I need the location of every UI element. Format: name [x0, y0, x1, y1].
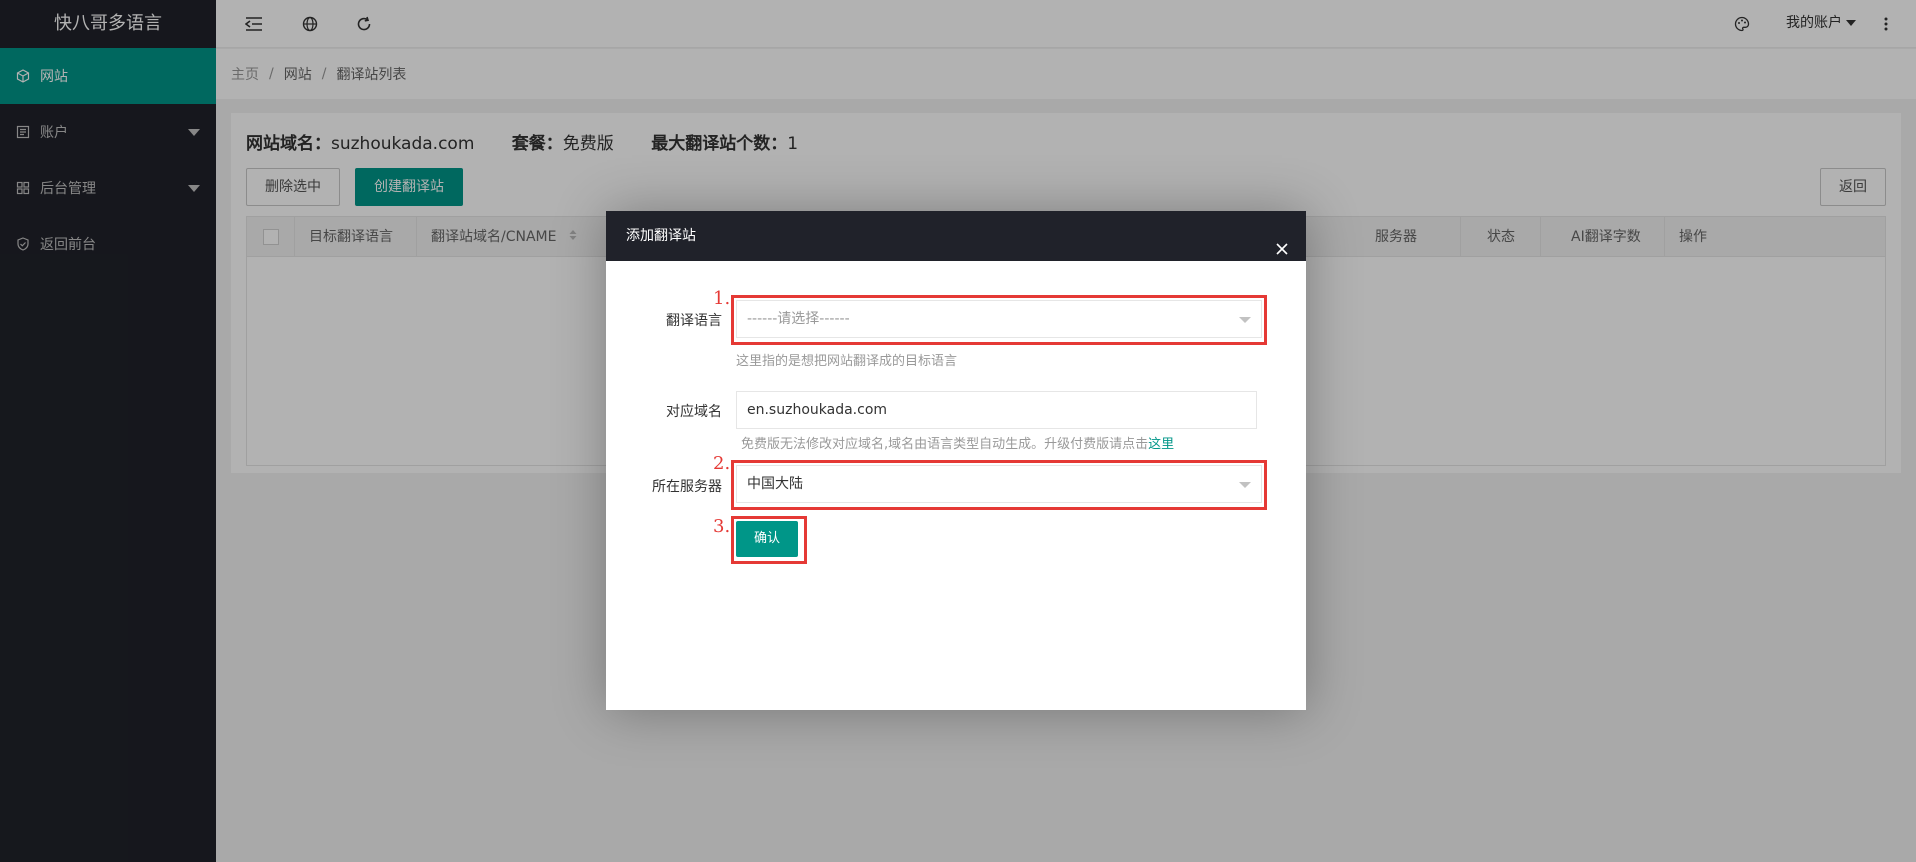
- close-icon[interactable]: [1274, 228, 1290, 255]
- modal-title: 添加翻译站: [626, 228, 696, 244]
- annotation-number-2: 2.: [713, 453, 731, 474]
- language-label: 翻译语言: [666, 313, 722, 329]
- domain-input[interactable]: en.suzhoukada.com: [736, 391, 1257, 429]
- server-select[interactable]: 中国大陆: [736, 465, 1262, 503]
- server-label: 所在服务器: [652, 479, 722, 495]
- language-select[interactable]: ------请选择------: [736, 300, 1262, 338]
- server-select-value: 中国大陆: [747, 476, 803, 492]
- modal-header: 添加翻译站: [606, 211, 1306, 261]
- annotation-number-3: 3.: [713, 516, 731, 537]
- chevron-down-icon: [1239, 482, 1251, 488]
- domain-hint-text: 免费版无法修改对应域名,域名由语言类型自动生成。升级付费版请点击: [741, 437, 1149, 452]
- chevron-down-icon: [1239, 317, 1251, 323]
- domain-hint: 免费版无法修改对应域名,域名由语言类型自动生成。升级付费版请点击这里: [741, 433, 1174, 452]
- upgrade-link[interactable]: 这里: [1148, 437, 1174, 452]
- language-hint: 这里指的是想把网站翻译成的目标语言: [736, 354, 958, 369]
- confirm-button[interactable]: 确认: [736, 521, 799, 557]
- annotation-number-1: 1.: [713, 288, 731, 309]
- language-select-placeholder: ------请选择------: [747, 311, 850, 327]
- add-site-modal: 添加翻译站 1. 翻译语言 ------请选择------ 这里指的是想把网站翻…: [606, 211, 1306, 710]
- domain-field-label: 对应域名: [666, 404, 722, 420]
